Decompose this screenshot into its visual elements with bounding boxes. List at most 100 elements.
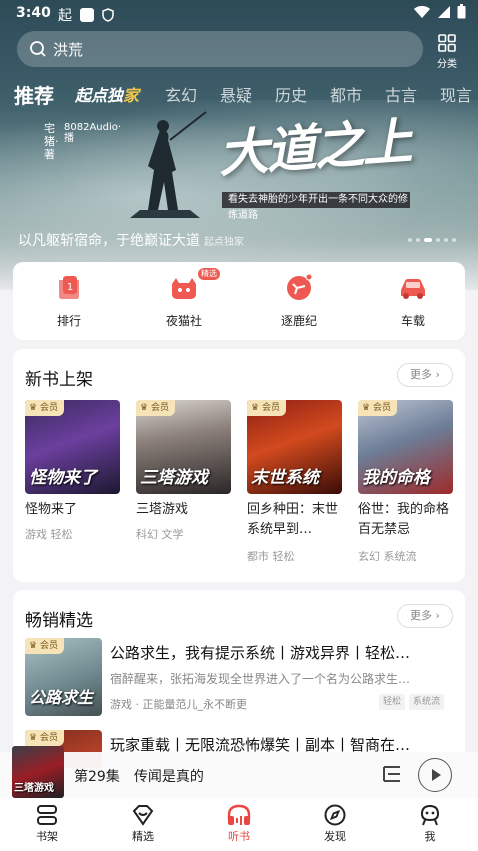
tab-qidian-exclusive[interactable]: 起点独家 [75,82,139,106]
book-cover: ♛ 会员 三塔游戏 [136,400,231,494]
tab-urban[interactable]: 都市 [330,82,362,106]
status-time: 3:40 [16,5,51,21]
book-title: 三塔游戏 [136,502,189,517]
banner-title: 大道之上 [216,111,413,184]
nav-profile[interactable]: 我 [400,802,460,844]
nav-label: 书架 [36,830,58,843]
book-tags: 科幻 文学 [136,528,184,541]
vip-badge: ♛ 会员 [247,400,286,416]
tab-suspense[interactable]: 悬疑 [220,82,252,106]
search-placeholder: 洪荒 [53,40,84,59]
wifi-icon [414,5,430,18]
banner-audio-credit: 8082Audio·播 [64,122,121,144]
book-cover: ♛ 会员 怪物来了 [25,400,120,494]
bestseller-item[interactable]: ♛ 会员 公路求生 公路求生，我有提示系统丨游戏异界丨轻松… 宿醉醒来，张拓海发… [25,638,453,716]
vip-label: 会员 [372,403,391,413]
tab-exclusive-label-a: 起点独 [75,86,124,105]
bookshelf-icon [37,805,57,825]
nav-bookshelf[interactable]: 书架 [17,802,77,844]
cover-title: 公路求生 [29,688,94,707]
player-chapter: 传闻是真的 [133,769,204,785]
car-icon [401,279,425,299]
hero-banner[interactable]: 3:40 起 洪荒 分类 推荐 起点独家 玄幻 悬疑 历史 都市 古言 现言 宅… [0,0,478,290]
player-episode: 第29集 [74,769,120,785]
svg-text:1: 1 [67,282,73,293]
vip-badge: ♛ 会员 [358,400,397,416]
quick-link-label: 逐鹿纪 [280,314,317,328]
quick-link-deer[interactable]: 逐鹿纪 [259,262,339,340]
book-tags: 都市 轻松 [247,550,295,563]
search-icon [30,41,46,57]
carousel-dot-active [424,238,432,242]
playlist-icon[interactable] [380,764,402,784]
tab-history[interactable]: 历史 [275,82,307,106]
quick-link-label: 夜猫社 [165,314,202,328]
player-cover: 三塔游戏 [12,746,64,798]
nav-label: 发现 [324,830,346,843]
qidian-status-icon: 起 [58,8,72,24]
book-title: 俗世：我的命格百无禁忌 [358,502,450,537]
book-meta: 游戏 · 正能量范儿_永不断更 [110,698,247,711]
category-label: 分类 [437,59,457,70]
book-title: 公路求生，我有提示系统丨游戏异界丨轻松… [110,644,411,662]
carousel-dot [444,238,448,242]
tab-fantasy[interactable]: 玄幻 [165,82,197,106]
nav-label: 听书 [228,830,250,843]
carousel-dot [436,238,440,242]
quick-link-car[interactable]: 车载 [373,262,453,340]
carousel-indicator [408,238,456,242]
book-cover: ♛ 会员 公路求生 [25,638,102,716]
ranking-icon: 1 [59,276,79,299]
vip-badge: ♛ 会员 [25,638,64,654]
player-track-info: 第29集 传闻是真的 [74,766,204,786]
cover-title: 怪物来了 [29,468,97,488]
more-button[interactable]: 更多 › [397,604,453,628]
carousel-dot [416,238,420,242]
chevron-right-icon: › [435,609,440,622]
more-label: 更多 [410,368,433,381]
status-bar: 3:40 起 [0,0,478,26]
bestsellers-section: 畅销精选 更多 › ♛ 会员 公路求生 公路求生，我有提示系统丨游戏异界丨轻松…… [13,590,465,770]
compass-icon [324,804,346,826]
bottom-navigation: 书架 精选 听书 发现 我 [0,798,478,851]
nav-featured[interactable]: 精选 [113,802,173,844]
profile-icon [420,804,440,826]
swordsman-illustration [130,111,207,218]
section-title: 畅销精选 [25,611,93,631]
book-tags: 游戏 轻松 [25,528,73,541]
banner-caption-tag: 起点独家 [204,237,244,248]
cover-title: 末世系统 [251,468,319,488]
tag-chip: 系统流 [409,694,445,710]
carousel-dot [408,238,412,242]
tab-recommend[interactable]: 推荐 [14,80,54,109]
category-button[interactable]: 分类 [432,34,462,70]
vip-badge: ♛ 会员 [136,400,175,416]
quick-link-ranking[interactable]: 1 排行 [29,262,109,340]
play-button[interactable] [418,758,452,792]
play-icon [431,768,441,781]
vip-label: 会员 [261,403,280,413]
book-title: 回乡种田：末世系统早到… [247,502,339,537]
headphones-icon [227,804,251,825]
more-button[interactable]: 更多 › [397,363,453,387]
nav-audiobooks[interactable]: 听书 [209,802,269,844]
cover-title: 我的命格 [362,468,430,488]
quick-links: 1 排行 精选 夜猫社 逐鹿纪 车载 [13,262,465,340]
nav-discover[interactable]: 发现 [305,802,365,844]
book-tags: 玄幻 系统流 [358,550,417,563]
banner-author: 宅猪·著 [44,122,59,161]
signal-icon [438,5,450,18]
app-status-icon [80,8,94,22]
cover-title: 三塔游戏 [140,468,208,488]
banner-caption-text: 以凡躯斩宿命，于绝巅证大道 [18,233,200,249]
search-bar[interactable]: 洪荒 [17,31,423,67]
quick-link-night-cat[interactable]: 精选 夜猫社 [144,262,224,340]
tab-modern-romance[interactable]: 现言 [440,82,472,106]
banner-subtitle: 看失去神胎的少年开出一条不同大众的修炼道路 [222,192,410,221]
vip-badge: ♛ 会员 [25,400,64,416]
book-description: 宿醉醒来，张拓海发现全世界进入了一个名为公路求生… [110,672,411,686]
tag-chip: 轻松 [379,694,406,710]
section-title: 新书上架 [25,370,93,390]
nav-label: 精选 [132,830,154,843]
mini-player[interactable]: 三塔游戏 第29集 传闻是真的 [0,746,478,798]
